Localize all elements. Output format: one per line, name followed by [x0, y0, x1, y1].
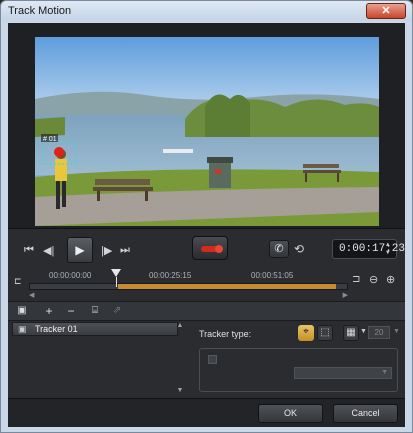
- tracked-range-bar: [118, 284, 336, 289]
- dialog-client-area: # 01 ⏮ ◀| ▶ |▶ ⏭ ✆ ⟲ 0:00:17:23 ▲ ▼ ⊏ 00…: [8, 23, 405, 427]
- timeline-scrollbar[interactable]: ◀ ▶: [29, 292, 348, 299]
- timeline-ruler: 00:00:00:00 00:00:25:15 00:00:51:05: [29, 271, 348, 282]
- rename-tracker-icon[interactable]: ⌸: [88, 304, 102, 318]
- tracker-tag-label: # 01: [43, 136, 57, 143]
- preview-panel: # 01: [8, 23, 405, 229]
- playhead-marker[interactable]: [111, 269, 121, 277]
- tracker-list: ▣ Tracker 01 ▲ ▼: [12, 322, 184, 398]
- record-icon: [201, 245, 223, 253]
- go-to-end-icon[interactable]: ⏭: [120, 244, 130, 257]
- mosaic-icon[interactable]: ▦: [343, 325, 359, 341]
- disabled-select: ▼: [294, 367, 392, 379]
- list-item[interactable]: ▣ Tracker 01: [12, 322, 178, 336]
- size-dropdown-icon: ▼: [393, 328, 400, 335]
- tracker-properties: Tracker type: ⌖ ⬚ ▦ ▼ 20 ▼ ▼: [194, 322, 405, 398]
- video-preview[interactable]: # 01: [35, 37, 379, 226]
- scroll-right-icon[interactable]: ▶: [343, 292, 348, 299]
- scroll-left-icon[interactable]: ◀: [29, 292, 34, 299]
- timeline-track[interactable]: [29, 283, 348, 290]
- tracker-lower-panel: ▣ Tracker 01 ▲ ▼ Tracker type: ⌖ ⬚ ▦ ▼ 2…: [8, 322, 405, 398]
- add-tracker-icon[interactable]: +: [42, 304, 56, 318]
- export-tracker-icon: ⇗: [112, 305, 122, 316]
- transport-controls: ⏮ ◀| ▶ |▶ ⏭ ✆ ⟲ 0:00:17:23 ▲ ▼: [8, 231, 405, 271]
- tracker-item-label: Tracker 01: [35, 324, 78, 334]
- track-point-icon[interactable]: ⌖: [298, 325, 314, 341]
- go-to-start-icon[interactable]: ⏮: [24, 244, 34, 257]
- tracker-toolbar: ▣ + − ⌸ ⇗: [8, 301, 405, 321]
- track-motion-record-button[interactable]: [192, 236, 228, 260]
- scroll-down-icon[interactable]: ▼: [176, 387, 184, 394]
- window-title: Track Motion: [8, 5, 72, 17]
- timeline: ⊏ 00:00:00:00 00:00:25:15 00:00:51:05 ◀ …: [8, 269, 405, 301]
- tracker-type-label: Tracker type:: [199, 329, 252, 339]
- ok-button[interactable]: OK: [258, 404, 323, 423]
- close-button[interactable]: ✕: [366, 3, 406, 19]
- track-motion-window: Track Motion ✕ # 01 ⏮ ◀| ▶ |▶ ⏭ ✆ ⟲ 0:00…: [0, 0, 413, 433]
- ruler-label-end: 00:00:51:05: [251, 271, 294, 280]
- playhead-line: [116, 277, 117, 287]
- timeline-start-icon[interactable]: ⊏: [14, 276, 22, 287]
- timecode-value: 0:00:17:23: [339, 243, 406, 255]
- ruler-label-start: 00:00:00:00: [49, 271, 92, 280]
- zoom-out-icon[interactable]: ⊖: [369, 273, 378, 286]
- timecode-field[interactable]: 0:00:17:23 ▲ ▼: [332, 239, 405, 259]
- phone-icon[interactable]: ✆: [269, 240, 289, 258]
- remove-tracker-icon[interactable]: −: [64, 304, 78, 318]
- cancel-button[interactable]: Cancel: [333, 404, 398, 423]
- tracker-settings-icon[interactable]: ▣: [15, 304, 29, 318]
- size-field: 20: [368, 326, 390, 339]
- dialog-button-bar: OK Cancel: [8, 398, 405, 427]
- ruler-label-mid: 00:00:25:15: [149, 271, 192, 280]
- tracker-options-group: ▼: [199, 348, 398, 392]
- tracker-item-icon: ▣: [18, 324, 27, 334]
- zoom-in-icon[interactable]: ⊕: [386, 273, 395, 286]
- previous-frame-icon[interactable]: ◀|: [43, 244, 54, 257]
- disabled-checkbox: [208, 355, 217, 364]
- history-icon[interactable]: ⟲: [294, 242, 304, 256]
- video-frame-image: # 01: [35, 37, 379, 226]
- mosaic-dropdown-icon[interactable]: ▼: [360, 328, 367, 335]
- title-bar: Track Motion ✕: [1, 1, 412, 21]
- next-frame-icon[interactable]: |▶: [101, 244, 112, 257]
- scroll-up-icon[interactable]: ▲: [176, 322, 184, 329]
- play-button[interactable]: ▶: [67, 237, 93, 263]
- timecode-spinner-icon[interactable]: ▲ ▼: [386, 241, 394, 257]
- timeline-end-icon[interactable]: ⊐: [352, 274, 360, 285]
- track-area-icon[interactable]: ⬚: [317, 325, 333, 341]
- tracker-list-scrollbar[interactable]: ▲ ▼: [176, 322, 184, 398]
